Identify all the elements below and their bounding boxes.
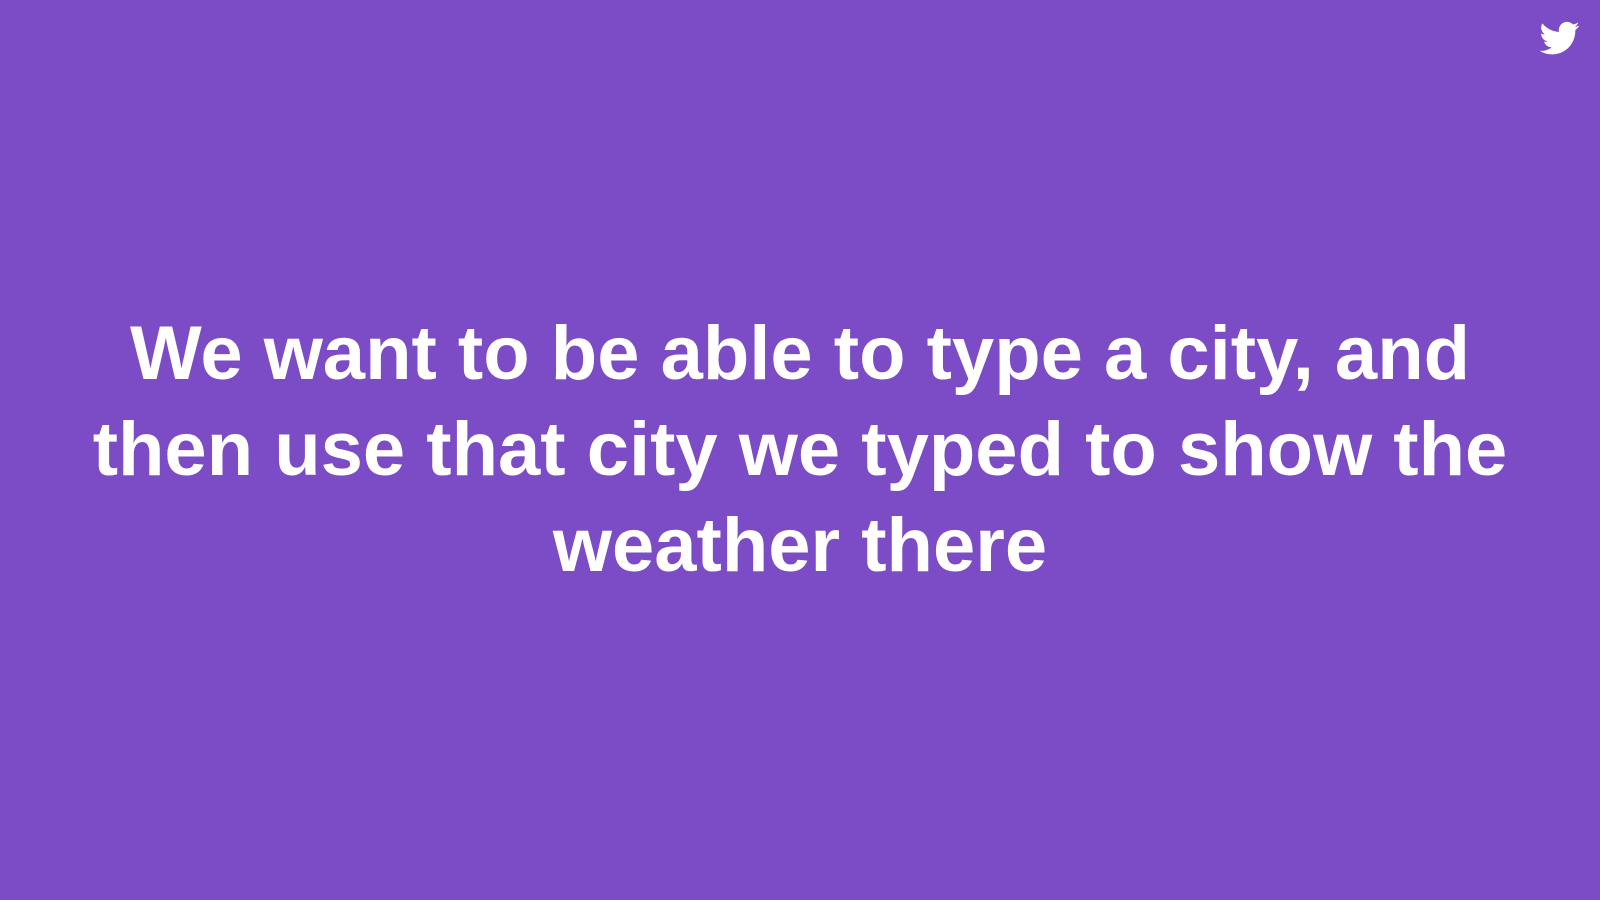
slide: We want to be able to type a city, and t… bbox=[0, 0, 1600, 900]
slide-body: We want to be able to type a city, and t… bbox=[0, 0, 1600, 900]
slide-headline: We want to be able to type a city, and t… bbox=[92, 311, 1508, 588]
